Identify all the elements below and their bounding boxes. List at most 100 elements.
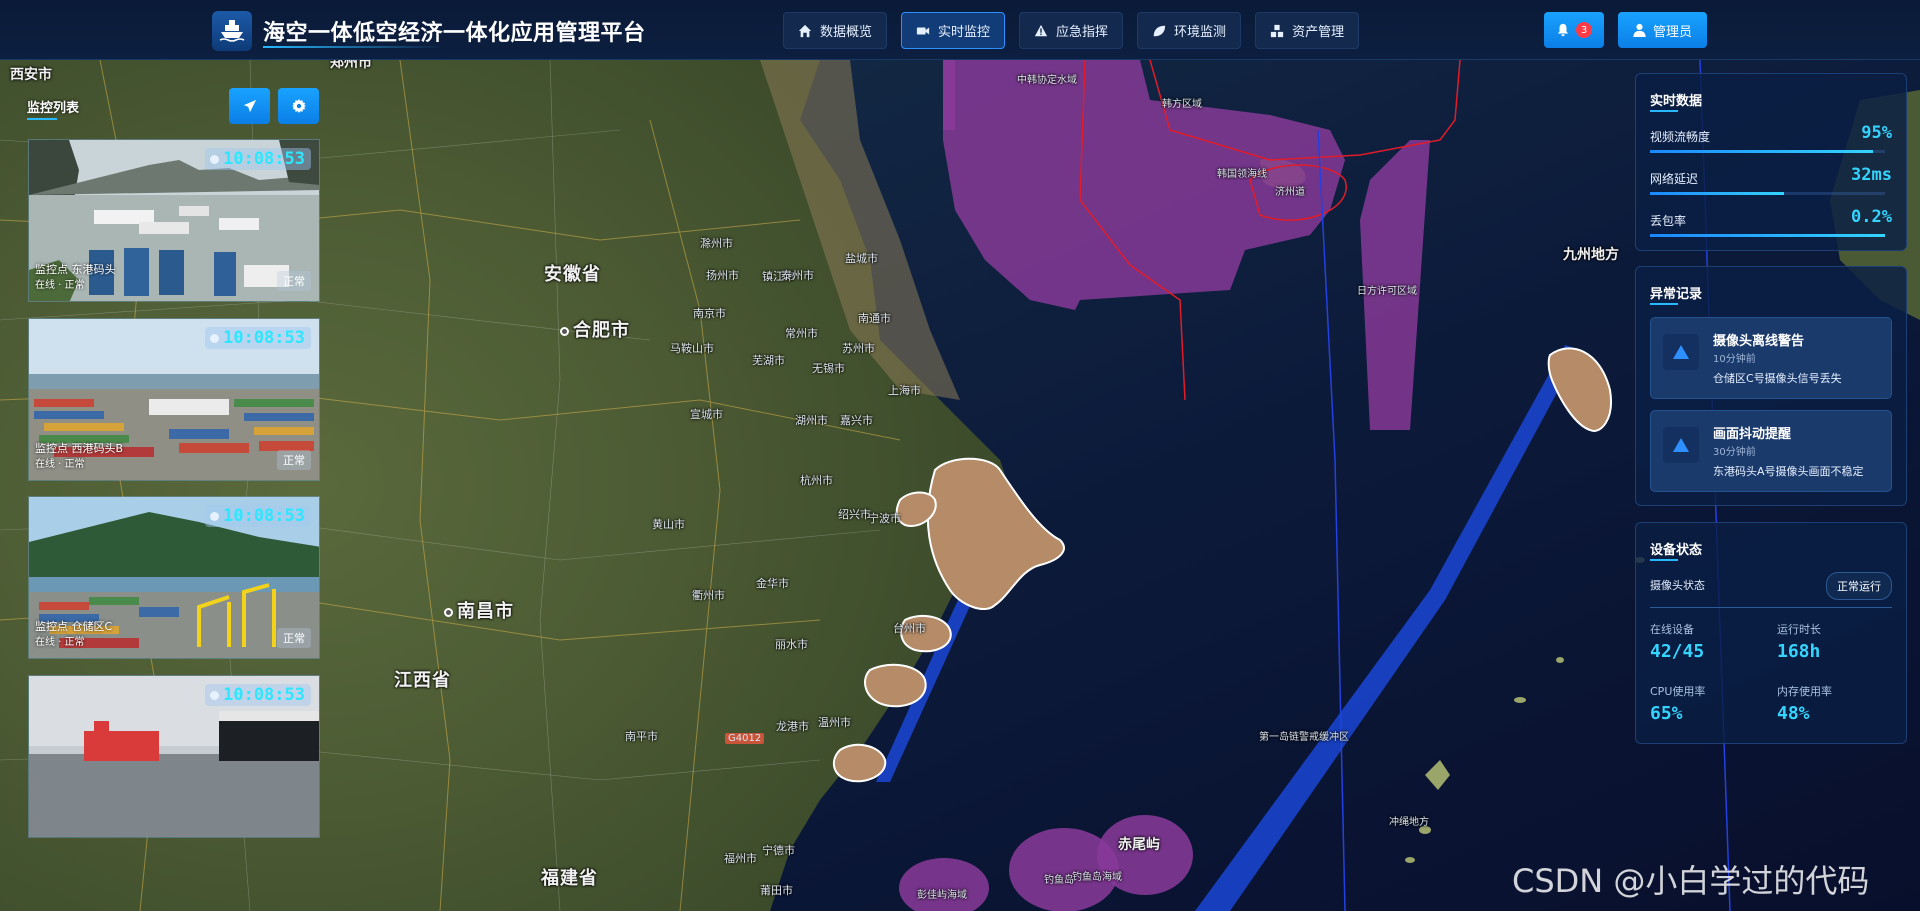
camera-status-badge: 正常运行 bbox=[1826, 572, 1892, 600]
alert-time: 10分钟前 bbox=[1713, 354, 1756, 365]
camera-feed[interactable]: 10:08:53 监控点 东港码头 在线 · 正常 正常 bbox=[28, 139, 320, 302]
user-icon bbox=[1633, 23, 1646, 37]
admin-label: 管理员 bbox=[1652, 24, 1692, 40]
map-label-city: 丽水市 bbox=[775, 638, 808, 651]
stat-label: 内存使用率 bbox=[1777, 685, 1832, 698]
camera-status-badge: 正常 bbox=[277, 271, 311, 291]
alert-item[interactable]: 摄像头离线警告 10分钟前 仓储区C号摄像头信号丢失 bbox=[1650, 317, 1892, 399]
metric-fill bbox=[1650, 150, 1874, 153]
camera-feed[interactable]: 10:08:53 bbox=[28, 675, 320, 838]
paper-plane-icon bbox=[243, 99, 256, 113]
map-label-zone: 中韩协定水域 bbox=[1017, 75, 1077, 86]
map-label-city: 滁州市 bbox=[700, 237, 733, 250]
camera-status-label: 摄像头状态 bbox=[1650, 579, 1705, 592]
map-label-city: 绍兴市 bbox=[838, 508, 871, 521]
app-logo bbox=[212, 11, 252, 51]
map-label-city: 南通市 bbox=[858, 312, 891, 325]
notification-badge: 3 bbox=[1576, 22, 1592, 38]
metric-label: 丢包率 bbox=[1650, 214, 1687, 228]
map-label-hefei-text: 合肥市 bbox=[573, 320, 630, 341]
map-label-city: 杭州市 bbox=[800, 474, 833, 487]
map-label-city: 衢州市 bbox=[692, 589, 725, 602]
title-underline bbox=[27, 118, 57, 120]
stat-label: 在线设备 bbox=[1650, 623, 1694, 636]
map-label-city: 无锡市 bbox=[812, 362, 845, 375]
nav-asset-management[interactable]: 资产管理 bbox=[1255, 12, 1360, 49]
camera-subcaption: 在线 · 正常 bbox=[35, 459, 85, 470]
camera-feed[interactable]: 10:08:53 监控点 西港码头B 在线 · 正常 正常 bbox=[28, 318, 320, 481]
camera-timestamp: 10:08:53 bbox=[205, 505, 311, 527]
nav-label: 资产管理 bbox=[1292, 25, 1345, 40]
map-label-city: 南平市 bbox=[625, 730, 658, 743]
warning-icon bbox=[1673, 438, 1689, 452]
stat-label: 运行时长 bbox=[1777, 623, 1821, 636]
nav-data-overview[interactable]: 数据概览 bbox=[783, 12, 888, 49]
realtime-data-panel: 实时数据 视频流畅度 95% 网络延迟 32ms 丢包率 0.2% bbox=[1635, 73, 1907, 251]
camera-status-badge: 正常 bbox=[277, 450, 311, 470]
alert-item[interactable]: 画面抖动提醒 30分钟前 东港码头A号摄像头画面不稳定 bbox=[1650, 410, 1892, 492]
map-label-chiweiyu: 赤尾屿 bbox=[1118, 837, 1160, 853]
camera-caption: 监控点 西港码头B bbox=[35, 442, 124, 455]
warning-icon bbox=[1034, 24, 1048, 36]
nav-label: 应急指挥 bbox=[1056, 25, 1109, 40]
map-label-city: 温州市 bbox=[818, 716, 851, 729]
map-label-city: 宁德市 bbox=[762, 844, 795, 857]
map-label-city: 盐城市 bbox=[845, 252, 878, 265]
map-label-fujian: 福建省 bbox=[541, 868, 598, 889]
camera-subcaption: 在线 · 正常 bbox=[35, 637, 85, 648]
nav-label: 环境监测 bbox=[1174, 25, 1227, 40]
map-label-zone: 济州道 bbox=[1275, 187, 1305, 198]
metric-value: 95% bbox=[1861, 123, 1892, 143]
metric-value: 0.2% bbox=[1851, 207, 1892, 227]
notification-button[interactable]: 3 bbox=[1544, 12, 1604, 48]
map-label-hefei: 合肥市 bbox=[560, 316, 630, 342]
nav-realtime-monitor[interactable]: 实时监控 bbox=[901, 12, 1006, 49]
watermark: CSDN @小白学过的代码 bbox=[1512, 862, 1870, 900]
map-label-city: 福州市 bbox=[724, 852, 757, 865]
map-label-anhui: 安徽省 bbox=[544, 264, 601, 285]
map-label-zone: 第一岛链警戒缓冲区 bbox=[1259, 732, 1349, 743]
admin-user-button[interactable]: 管理员 bbox=[1618, 12, 1707, 48]
settings-button[interactable] bbox=[278, 88, 319, 124]
map-label-jiangxi: 江西省 bbox=[394, 670, 451, 691]
nav-label: 数据概览 bbox=[820, 25, 873, 40]
metric-value: 32ms bbox=[1851, 165, 1892, 185]
alert-description: 仓储区C号摄像头信号丢失 bbox=[1713, 372, 1842, 385]
monitor-list-title: 监控列表 bbox=[27, 101, 80, 116]
map-label-city: 莆田市 bbox=[760, 884, 793, 897]
map-label-xian: 西安市 bbox=[10, 67, 52, 83]
nav-environment-monitor[interactable]: 环境监测 bbox=[1137, 12, 1242, 49]
map-label-city: 扬州市 bbox=[706, 269, 739, 282]
camera-feed[interactable]: 10:08:53 监控点 仓储区C 在线 · 正常 正常 bbox=[28, 496, 320, 659]
camera-caption: 监控点 东港码头 bbox=[35, 263, 116, 276]
map-label-city: 南京市 bbox=[693, 307, 726, 320]
camera-subcaption: 在线 · 正常 bbox=[35, 280, 85, 291]
map-label-city: 苏州市 bbox=[842, 342, 875, 355]
map-label-nanchang: 南昌市 bbox=[444, 597, 514, 623]
camera-timestamp: 10:08:53 bbox=[205, 327, 311, 349]
alert-icon-box bbox=[1663, 334, 1699, 370]
map-label-city: 金华市 bbox=[756, 577, 789, 590]
nav-emergency-command[interactable]: 应急指挥 bbox=[1019, 12, 1124, 49]
map-label-city: 芜湖市 bbox=[752, 354, 785, 367]
send-button[interactable] bbox=[229, 88, 270, 124]
alert-time: 30分钟前 bbox=[1713, 447, 1756, 458]
panel-title: 设备状态 bbox=[1650, 543, 1703, 558]
map-label-city: 宁波市 bbox=[868, 512, 901, 525]
map-label-zone: 日方许可区域 bbox=[1357, 286, 1417, 297]
warning-icon bbox=[1673, 345, 1689, 359]
map-label-city: 马鞍山市 bbox=[670, 342, 714, 355]
main-nav: 数据概览 实时监控 应急指挥 环境监测 资产管理 bbox=[783, 12, 1360, 49]
panel-title: 异常记录 bbox=[1650, 287, 1703, 302]
alert-records-panel: 异常记录 摄像头离线警告 10分钟前 仓储区C号摄像头信号丢失 画面抖动提醒 3… bbox=[1635, 266, 1907, 506]
map-label-zone: 韩国领海线 bbox=[1217, 169, 1267, 180]
map-label-city: 龙港市 bbox=[776, 720, 809, 733]
metric-track bbox=[1650, 234, 1885, 237]
map-label-city: 黄山市 bbox=[652, 518, 685, 531]
map-label-zone: 钓鱼岛 bbox=[1044, 875, 1074, 886]
alert-title: 摄像头离线警告 bbox=[1713, 334, 1805, 349]
stat-value: 48% bbox=[1777, 703, 1810, 724]
gear-icon bbox=[291, 99, 306, 113]
panel-title: 实时数据 bbox=[1650, 94, 1703, 109]
capital-dot-icon bbox=[444, 607, 453, 617]
